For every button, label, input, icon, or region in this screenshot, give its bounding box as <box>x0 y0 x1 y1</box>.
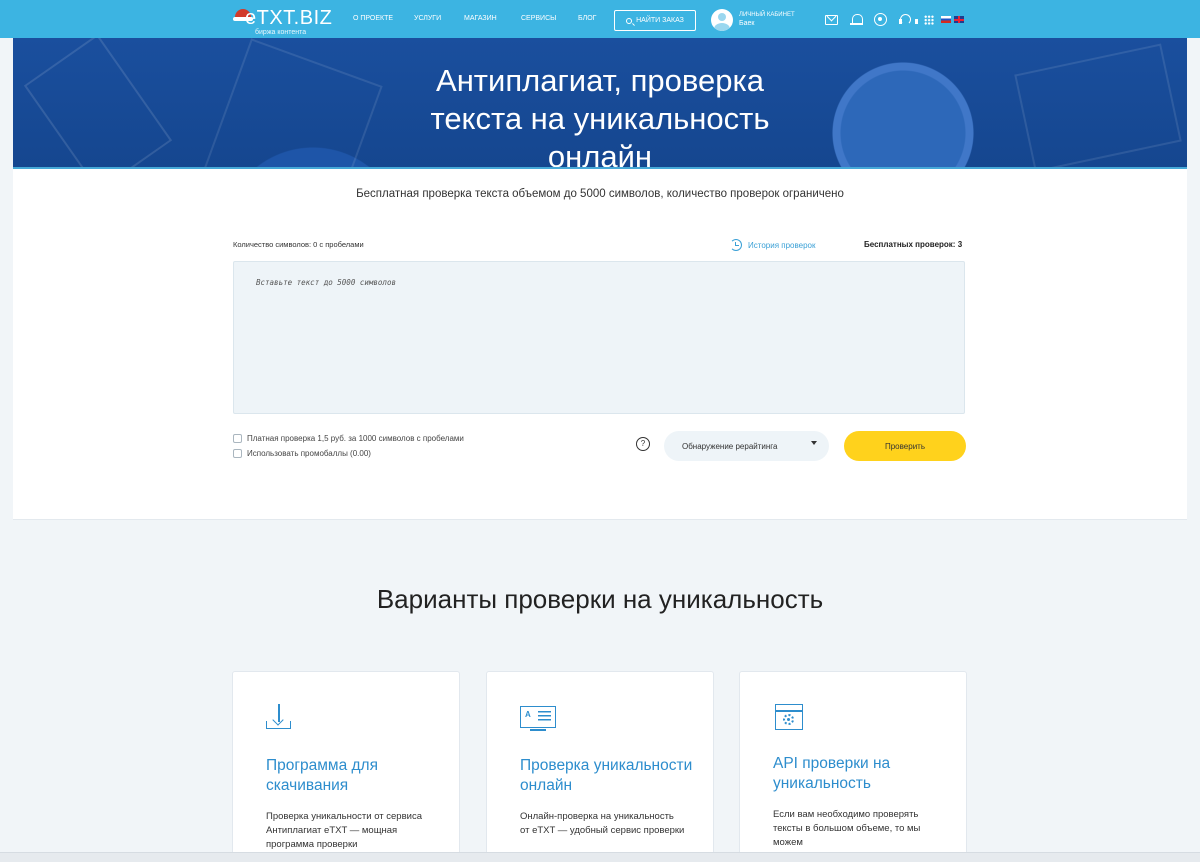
api-settings-icon <box>773 704 811 734</box>
chevron-down-icon <box>811 441 817 445</box>
nav-item-shop[interactable]: МАГАЗИН <box>464 15 497 22</box>
card-text: Если вам необходимо проверять тексты в б… <box>773 809 921 848</box>
variant-card-download[interactable]: Программа для скачивания Проверка уникал… <box>232 671 460 862</box>
account-label[interactable]: ЛИЧНЫЙ КАБИНЕТ <box>739 12 795 18</box>
page-title-line: текста на уникальность <box>430 101 770 136</box>
chat-icon[interactable] <box>874 13 887 26</box>
avatar[interactable] <box>711 9 733 31</box>
logo-text: eTXT.BIZ <box>245 7 333 29</box>
mail-icon[interactable] <box>825 15 838 25</box>
top-navigation-bar: eTXT.BIZ биржа контента О ПРОЕКТЕ УСЛУГИ… <box>0 0 1200 38</box>
promo-points-option[interactable]: Использовать промобаллы (0.00) <box>233 449 371 458</box>
horizontal-scrollbar[interactable] <box>0 852 1200 862</box>
bell-icon[interactable] <box>850 13 863 26</box>
search-icon <box>626 17 633 24</box>
free-checks-counter: Бесплатных проверок: 3 <box>864 240 963 249</box>
text-input-area[interactable] <box>233 261 965 414</box>
variant-card-online[interactable]: A Проверка уникальности онлайн Онлайн-пр… <box>486 671 714 862</box>
page-title-line: Антиплагиат, проверка <box>436 63 764 98</box>
paid-check-label: Платная проверка 1,5 руб. за 1000 символ… <box>247 434 464 443</box>
check-mode-select[interactable]: Обнаружение рерайтинга <box>664 431 829 461</box>
download-icon <box>266 704 304 734</box>
paid-check-option[interactable]: Платная проверка 1,5 руб. за 1000 символ… <box>233 434 464 443</box>
paid-check-checkbox[interactable] <box>233 434 242 443</box>
nav-item-blog[interactable]: БЛОГ <box>578 15 596 22</box>
apps-grid-icon[interactable] <box>924 15 934 25</box>
card-title[interactable]: Проверка уникальности онлайн <box>520 756 700 796</box>
promo-points-checkbox[interactable] <box>233 449 242 458</box>
check-button[interactable]: Проверить <box>844 431 966 461</box>
support-headset-icon[interactable] <box>899 13 918 26</box>
check-mode-value: Обнаружение рерайтинга <box>682 441 778 451</box>
nav-item-services[interactable]: УСЛУГИ <box>414 15 441 22</box>
card-title[interactable]: API проверки на уникальность <box>773 754 953 794</box>
logo-subtitle: биржа контента <box>255 29 307 36</box>
help-icon[interactable]: ? <box>636 437 650 451</box>
promo-points-label: Использовать промобаллы (0.00) <box>247 449 371 458</box>
history-label: История проверок <box>748 240 816 250</box>
character-counter: Количество символов: 0 с пробелами <box>233 240 364 249</box>
card-text: Проверка уникальности от сервиса Антипла… <box>266 811 422 850</box>
variants-title: Варианты проверки на уникальность <box>376 584 824 614</box>
card-title[interactable]: Программа для скачивания <box>266 756 446 796</box>
page-title-line: онлайн <box>547 139 653 169</box>
page-title: Антиплагиат, проверка текста на уникальн… <box>13 62 1187 169</box>
account-name[interactable]: Баек <box>739 20 754 27</box>
hero-banner: Антиплагиат, проверка текста на уникальн… <box>13 38 1187 169</box>
nav-item-tools[interactable]: СЕРВИСЫ <box>521 15 556 22</box>
site-logo[interactable]: eTXT.BIZ биржа контента <box>233 6 333 36</box>
find-order-button[interactable]: НАЙТИ ЗАКАЗ <box>614 10 696 31</box>
document-online-icon: A <box>520 704 558 734</box>
variant-card-api[interactable]: API проверки на уникальность Если вам не… <box>739 671 967 862</box>
nav-item-about[interactable]: О ПРОЕКТЕ <box>353 15 393 22</box>
plagiarism-check-panel: Бесплатная проверка текста объемом до 50… <box>13 169 1187 520</box>
card-text: Онлайн-проверка на уникальность от eTXT … <box>520 811 685 836</box>
history-clock-icon <box>730 239 742 251</box>
flag-en-icon[interactable] <box>954 16 964 23</box>
history-link[interactable]: История проверок <box>730 239 815 251</box>
flag-ru-icon[interactable] <box>941 16 951 23</box>
find-order-label: НАЙТИ ЗАКАЗ <box>636 17 684 24</box>
checker-subtitle: Бесплатная проверка текста объемом до 50… <box>356 188 844 200</box>
